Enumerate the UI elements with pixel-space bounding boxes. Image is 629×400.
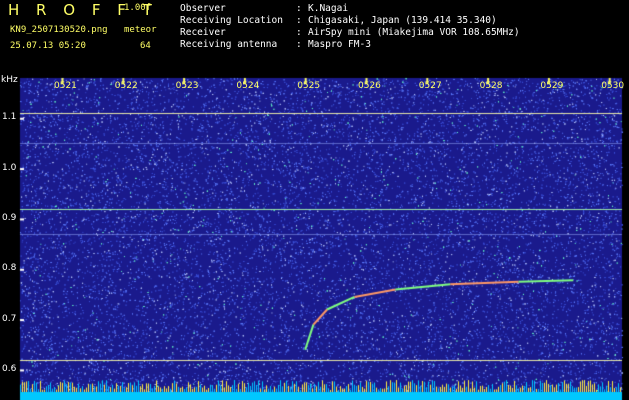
x-tick-label: 0524: [236, 81, 260, 91]
meteor-count: 64: [140, 41, 151, 51]
y-axis-unit-label: kHz: [1, 75, 18, 85]
info-label-location: Receiving Location: [180, 15, 283, 26]
y-tick-label: 0.6: [2, 363, 17, 374]
info-colon: :: [296, 39, 302, 50]
filename-label: KN9_2507130520.png: [10, 25, 108, 35]
datetime-label: 25.07.13 05:20: [10, 41, 86, 51]
info-value-location: Chigasaki, Japan (139.414 35.340): [308, 15, 497, 26]
y-tick-label: 0.8: [2, 263, 17, 274]
info-value-receiver: AirSpy mini (Miakejima VOR 108.65MHz): [308, 27, 520, 38]
x-tick-label: 0529: [540, 81, 564, 91]
info-colon: :: [296, 27, 302, 38]
y-tick-label: 0.9: [2, 212, 17, 223]
x-tick-label: 0530: [601, 81, 625, 91]
header: H R O F F T 1.00f KN9_2507130520.png 25.…: [0, 0, 629, 72]
meteor-label: meteor: [124, 25, 157, 35]
y-tick-label: 1.0: [2, 162, 17, 173]
x-tick-label: 0525: [297, 81, 321, 91]
x-tick-label: 0521: [54, 81, 77, 91]
spectrogram-canvas: [0, 72, 629, 400]
version-label: 1.00f: [124, 3, 152, 13]
x-tick-label: 0523: [175, 81, 199, 91]
info-value-observer: K.Nagai: [308, 3, 349, 14]
y-tick-label: 1.1: [2, 112, 17, 123]
y-tick-label: 0.7: [2, 313, 17, 324]
x-tick-label: 0526: [358, 81, 381, 91]
info-value-antenna: Maspro FM-3: [308, 39, 371, 50]
info-label-antenna: Receiving antenna: [180, 39, 278, 50]
info-label-observer: Observer: [180, 3, 226, 14]
x-tick-label: 0527: [418, 81, 442, 91]
info-label-receiver: Receiver: [180, 27, 226, 38]
info-colon: :: [296, 3, 302, 14]
x-tick-label: 0528: [479, 81, 503, 91]
info-colon: :: [296, 15, 302, 26]
x-tick-label: 0522: [114, 81, 138, 91]
